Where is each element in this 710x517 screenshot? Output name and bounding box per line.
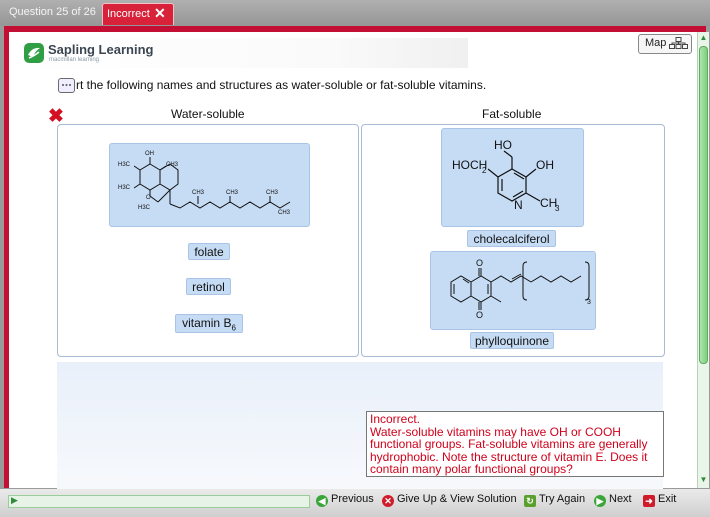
- bottom-toolbar: ▶ ◀ Previous ✕ Give Up & View Solution ↻ Tr…: [0, 489, 710, 517]
- chip-vitamin-b6[interactable]: vitamin B6: [175, 314, 243, 333]
- previous-arrow-icon: ◀: [316, 495, 328, 507]
- vitamin-e-h3c-label: H3C: [118, 162, 131, 168]
- give-up-x-icon: ✕: [382, 495, 394, 507]
- feedback-heading: Incorrect.: [370, 412, 421, 426]
- next-button[interactable]: ▶ Next: [594, 493, 632, 510]
- exit-label: Exit: [658, 493, 677, 505]
- incorrect-x-icon: ✕: [154, 5, 166, 21]
- previous-button[interactable]: ◀ Previous: [316, 493, 374, 510]
- vitamin-e-h3c-label: H3C: [138, 205, 151, 211]
- pyridoxine-hoch-subscript: 2: [482, 166, 487, 175]
- pyridoxine-oh-label: OH: [536, 158, 554, 172]
- pyridoxine-n-label: N: [514, 198, 523, 212]
- sapling-logo-icon: [24, 43, 44, 63]
- scroll-up-arrow-icon[interactable]: ▲: [698, 32, 709, 44]
- play-arrow-icon: ▶: [11, 495, 18, 505]
- brand-tagline: macmillan learning: [49, 57, 100, 63]
- next-label: Next: [609, 493, 632, 505]
- map-label: Map: [645, 37, 667, 49]
- water-soluble-title: Water-soluble: [171, 107, 245, 121]
- vitamin-k-o-label: O: [476, 310, 483, 320]
- give-up-label: Give Up & View Solution: [397, 493, 517, 505]
- progress-track[interactable]: ▶: [8, 495, 310, 508]
- vertical-scrollbar[interactable]: ▲ ▼: [697, 32, 709, 488]
- map-icon: [669, 37, 688, 49]
- vitamin-e-ch3-label: CH3: [226, 190, 239, 196]
- give-up-button[interactable]: ✕ Give Up & View Solution: [382, 493, 517, 510]
- vitamin-k-structure-drawing: O O 3: [450, 258, 591, 320]
- exit-door-icon: ➜: [643, 495, 655, 507]
- vitamin-e-structure-drawing: OH CH3 H3C H3C H3C O CH3 CH3 CH3 CH3: [118, 151, 291, 216]
- vitamin-e-ch3-label: CH3: [166, 162, 179, 168]
- try-again-icon: ↻: [524, 495, 536, 507]
- vitamin-b6-text: vitamin B: [182, 316, 232, 330]
- chip-retinol[interactable]: retinol: [186, 278, 231, 295]
- previous-label: Previous: [331, 493, 374, 505]
- logo-area: Sapling Learning macmillan learning: [13, 38, 468, 68]
- exit-button[interactable]: ➜ Exit: [643, 493, 676, 510]
- vitamin-k-repeat-label: 3: [587, 299, 591, 306]
- next-arrow-icon: ▶: [594, 495, 606, 507]
- pyridoxine-ho-label: HO: [494, 138, 512, 152]
- feedback-box: Incorrect. Water-soluble vitamins may ha…: [366, 411, 664, 477]
- chip-phylloquinone[interactable]: phylloquinone: [470, 332, 554, 349]
- top-bar: Question 25 of 26 Incorrect ✕: [0, 0, 710, 26]
- question-instruction: rt the following names and structures as…: [76, 78, 487, 92]
- try-again-button[interactable]: ↻ Try Again: [524, 493, 585, 510]
- vitamin-e-structure-card[interactable]: OH CH3 H3C H3C H3C O CH3 CH3 CH3 CH3: [109, 143, 310, 227]
- vitamin-e-ch3-label: CH3: [278, 210, 291, 216]
- vitamin-e-ch3-label: CH3: [192, 190, 205, 196]
- scroll-thumb[interactable]: [699, 46, 708, 364]
- pyridoxine-ch3-subscript: 3: [555, 204, 560, 213]
- vitamin-e-oh-label: OH: [145, 151, 154, 157]
- brand-name: Sapling Learning: [48, 42, 154, 57]
- vitamin-e-o-label: O: [146, 195, 151, 201]
- feedback-text: Water-soluble vitamins may have OH or CO…: [370, 424, 648, 476]
- vitamin-k-o-label: O: [476, 258, 483, 268]
- question-counter: Question 25 of 26: [9, 6, 96, 18]
- pyridoxine-structure-card[interactable]: HO HOCH 2 OH N CH 3: [441, 128, 584, 227]
- speech-bubble-icon[interactable]: [58, 78, 75, 93]
- fat-soluble-title: Fat-soluble: [482, 107, 542, 121]
- vitamin-b6-subscript: 6: [231, 323, 236, 333]
- vitamin-e-ch3-label: CH3: [266, 190, 279, 196]
- chip-folate[interactable]: folate: [188, 243, 230, 260]
- try-again-label: Try Again: [539, 493, 586, 505]
- status-label: Incorrect: [107, 8, 150, 20]
- status-tab[interactable]: Incorrect ✕: [102, 3, 174, 25]
- chip-cholecalciferol[interactable]: cholecalciferol: [467, 230, 556, 247]
- scroll-down-arrow-icon[interactable]: ▼: [698, 474, 709, 486]
- pyridoxine-structure-drawing: HO HOCH 2 OH N CH 3: [452, 138, 560, 213]
- map-button[interactable]: Map: [638, 34, 692, 54]
- vitamin-e-h3c-label: H3C: [118, 185, 131, 191]
- vitamin-k-structure-card[interactable]: O O 3: [430, 251, 596, 330]
